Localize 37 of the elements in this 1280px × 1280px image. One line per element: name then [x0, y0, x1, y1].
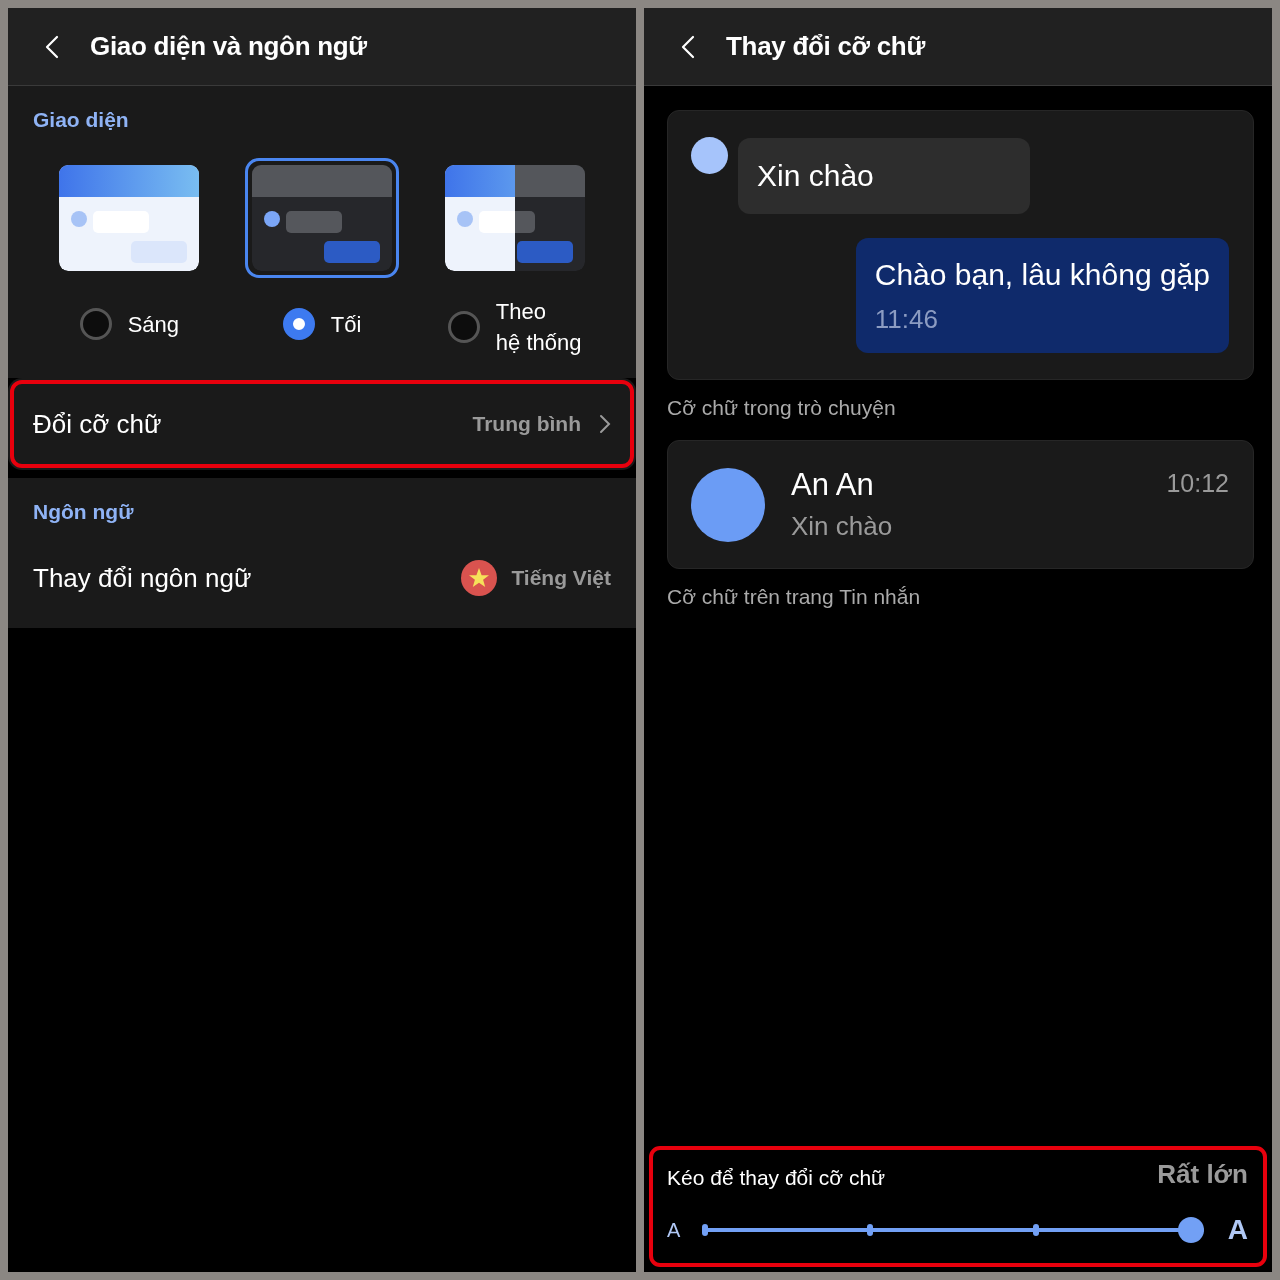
message-bubble: Xin chào	[738, 138, 1030, 214]
message-preview: Xin chào	[791, 511, 894, 542]
large-a-label: A	[1227, 1214, 1248, 1246]
row-label: Đổi cỡ chữ	[33, 408, 162, 440]
page-title: Thay đổi cỡ chữ	[726, 31, 925, 62]
caption: Cỡ chữ trên trang Tin nhắn	[667, 585, 922, 609]
flag-icon	[461, 560, 498, 596]
tick-mark	[867, 1224, 874, 1236]
section-heading: Ngôn ngữ	[33, 500, 135, 524]
radio-button[interactable]	[447, 311, 480, 343]
back-icon[interactable]	[680, 33, 696, 60]
row-value: Trung bình	[472, 412, 581, 436]
radio-button[interactable]	[79, 308, 112, 340]
slider-thumb[interactable]	[1177, 1217, 1204, 1243]
small-a-label: A	[667, 1218, 681, 1242]
contact-name: An An	[791, 467, 875, 503]
back-icon[interactable]	[44, 33, 60, 60]
tick-mark	[1032, 1224, 1039, 1236]
radio-label: Theo hệ thống	[495, 298, 582, 357]
row-value: Tiếng Việt	[511, 566, 611, 590]
row-label[interactable]: Thay đổi ngôn ngữ	[33, 562, 252, 594]
settings-row[interactable]: Đổi cỡ chữ Trung bình	[8, 378, 636, 470]
avatar	[691, 137, 728, 174]
message-time: 10:12	[1166, 469, 1229, 498]
radio-label: Tối	[330, 310, 362, 339]
message-text: Chào bạn, lâu không gặp	[874, 258, 1210, 292]
page-title: Giao diện và ngôn ngữ	[90, 31, 367, 62]
conversation-item[interactable]: An An Xin chào 10:12	[667, 440, 1254, 569]
section-heading: Giao diện	[33, 108, 130, 132]
slider-value: Rất lớn	[1157, 1159, 1248, 1190]
slider-label: Kéo để thay đổi cỡ chữ	[667, 1166, 886, 1190]
radio-button[interactable]	[282, 308, 315, 340]
message-time: 11:46	[874, 304, 939, 335]
caption: Cỡ chữ trong trò chuyện	[667, 396, 897, 420]
tick-mark	[702, 1224, 709, 1236]
chevron-icon	[599, 414, 611, 434]
radio-label: Sáng	[127, 310, 179, 339]
